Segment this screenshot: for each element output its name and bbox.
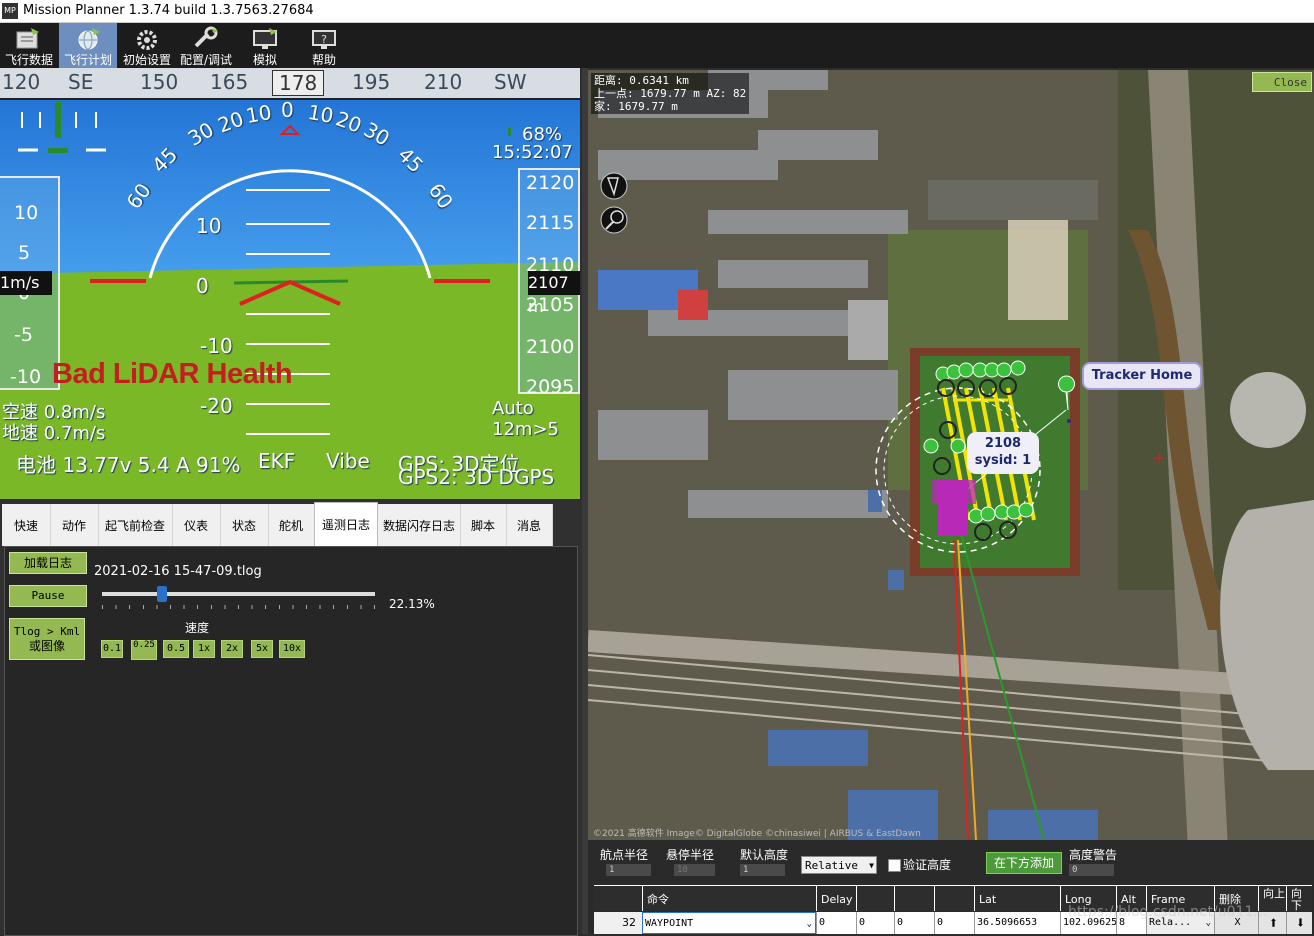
alt-frame-select[interactable]: Relative ▼ [801,856,877,874]
wp-radius-input[interactable]: 1 [606,864,651,876]
tlog-to-kml-button[interactable]: Tlog > Kml 或图像 [9,618,85,660]
tab-actions[interactable]: 动作 [50,504,99,546]
arrow-down-icon[interactable]: ⬇ [1286,912,1312,934]
mission-settings-panel: 航点半径 1 悬停半径 10 默认高度 1 Relative ▼ 验证高度 在下… [588,840,1314,934]
wp-radius-label: 航点半径 [600,848,649,862]
window-title: Mission Planner 1.3.74 build 1.3.7563.27… [23,3,314,18]
menu-config-tuning[interactable]: 配置/调试 [177,23,235,68]
col-lat[interactable]: Lat [974,886,1060,911]
rotate-map-icon[interactable] [600,173,630,203]
speed-current: 1m/s [0,271,52,295]
tab-telemetry-logs[interactable]: 遥测日志 [314,502,378,549]
speed-1x-button[interactable]: 1x [193,640,215,658]
log-filename: 2021-02-16 15-47-09.tlog [94,564,262,579]
pause-button[interactable]: Pause [9,585,87,607]
zoom-icon[interactable] [600,207,630,237]
app-icon: MP [2,3,18,19]
chevron-down-icon: ▼ [869,861,874,870]
progress-percent: 22.13% [389,597,435,611]
hud-display: 120 SE 150 165 178 195 210 SW 60 45 30 2… [0,68,580,499]
verify-height-label: 验证高度 [903,858,952,872]
col-param4[interactable] [934,886,974,911]
menu-flight-plan[interactable]: 飞行计划 [59,23,117,68]
loiter-radius-input[interactable]: 10 [674,864,715,876]
col-down[interactable]: 向下 [1286,886,1312,912]
close-button[interactable]: Close [1252,72,1312,92]
map-distance-info: 距离: 0.6341 km 上一点: 1679.77 m AZ: 82 家: 1… [591,73,750,114]
row-number: 32 [594,912,642,934]
speed-10x-button[interactable]: 10x [279,640,305,658]
col-command[interactable]: 命令 [642,886,816,911]
chevron-down-icon: ⌄ [806,919,812,929]
col-num [594,886,642,911]
playback-slider[interactable] [102,586,375,602]
tracker-home-label: Tracker Home [1082,362,1202,390]
flight-plan-icon [78,28,100,50]
tab-quick[interactable]: 快速 [2,504,51,546]
data-tabs-panel: 快速 动作 起飞前检查 仪表 状态 舵机 遥测日志 数据闪存日志 脚本 消息 加… [0,500,582,936]
tab-status[interactable]: 状态 [220,504,269,546]
col-param3[interactable] [894,886,934,911]
flight-mode: Auto [492,398,534,419]
satellite-imagery [588,70,1314,840]
warning-message: Bad LiDAR Health [52,358,293,390]
alt-warning-label: 高度警告 [1069,848,1118,862]
tab-strip: 快速 动作 起飞前检查 仪表 状态 舵机 遥测日志 数据闪存日志 脚本 消息 [2,502,553,549]
flight-data-icon [16,28,39,49]
initial-setup-icon [137,30,157,50]
speed-0.5-button[interactable]: 0.5 [163,640,189,658]
config-tuning-icon [194,26,218,48]
param2-cell[interactable]: 0 [856,912,894,934]
tab-messages[interactable]: 消息 [506,504,553,546]
delay-cell[interactable]: 0 [816,912,856,934]
gps2-status: GPS2: 3D DGPS [398,465,555,489]
col-param2[interactable] [856,886,894,911]
load-log-button[interactable]: 加载日志 [9,552,87,574]
telemetry-log-panel: 加载日志 2021-02-16 15-47-09.tlog Pause 22.1… [4,546,578,936]
waypoint-distance: 12m>5 [492,419,559,440]
watermark: https://blog.csdn.net/u011... [1068,904,1267,920]
map-view[interactable]: 距离: 0.6341 km 上一点: 1679.77 m AZ: 82 家: 1… [588,70,1314,840]
menu-help[interactable]: ? 帮助 [295,23,353,68]
col-delay[interactable]: Delay [816,886,856,911]
title-bar: MP Mission Planner 1.3.74 build 1.3.7563… [0,0,1314,23]
tab-scripts[interactable]: 脚本 [460,504,507,546]
slider-ticks [102,605,375,609]
loiter-radius-label: 悬停半径 [666,848,715,862]
help-icon: ? [312,30,336,49]
speed-5x-button[interactable]: 5x [251,640,273,658]
default-alt-input[interactable]: 1 [740,864,785,876]
vehicle-info-label: 2108 sysid: 1 [967,432,1039,474]
speed-label: 速度 [185,621,210,635]
default-alt-label: 默认高度 [740,848,789,862]
altitude-current: 2107 m [528,271,580,316]
lat-cell[interactable]: 36.5096653 [974,912,1060,934]
add-below-button[interactable]: 在下方添加 [986,852,1062,874]
slider-thumb[interactable] [157,586,168,602]
menu-simulation[interactable]: 模拟 [236,23,294,68]
speed-2x-button[interactable]: 2x [221,640,243,658]
tab-servo[interactable]: 舵机 [268,504,315,546]
param4-cell[interactable]: 0 [934,912,974,934]
command-select[interactable]: WAYPOINT ⌄ [642,912,816,934]
simulation-icon [253,28,277,49]
map-copyright: ©2021 高德软件 Image© DigitalGlobe ©chinasiw… [593,829,921,839]
ekf-status[interactable]: EKF [258,449,295,473]
vibe-status[interactable]: Vibe [326,449,370,473]
svg-text:?: ? [321,33,327,46]
clock: 15:52:07 [492,142,573,163]
alt-warning-input[interactable]: 0 [1069,864,1114,876]
speed-0.25-button[interactable]: 0.25 [131,640,157,660]
menu-flight-data[interactable]: 飞行数据 [0,23,58,68]
tab-gauges[interactable]: 仪表 [172,504,221,546]
menu-initial-setup[interactable]: 初始设置 [118,23,176,68]
param3-cell[interactable]: 0 [894,912,934,934]
tab-preflight[interactable]: 起飞前检查 [98,504,173,546]
groundspeed: 地速 0.7m/s [2,423,106,444]
verify-height-checkbox[interactable] [888,859,901,872]
battery-status: 电池 13.77v 5.4 A 91% [16,453,241,477]
main-menu-bar: 飞行数据 飞行计划 初始设置 配置/调试 模拟 ? 帮助 [0,23,1314,68]
speed-0.1-button[interactable]: 0.1 [101,640,123,658]
tab-dataflash-logs[interactable]: 数据闪存日志 [378,504,461,546]
